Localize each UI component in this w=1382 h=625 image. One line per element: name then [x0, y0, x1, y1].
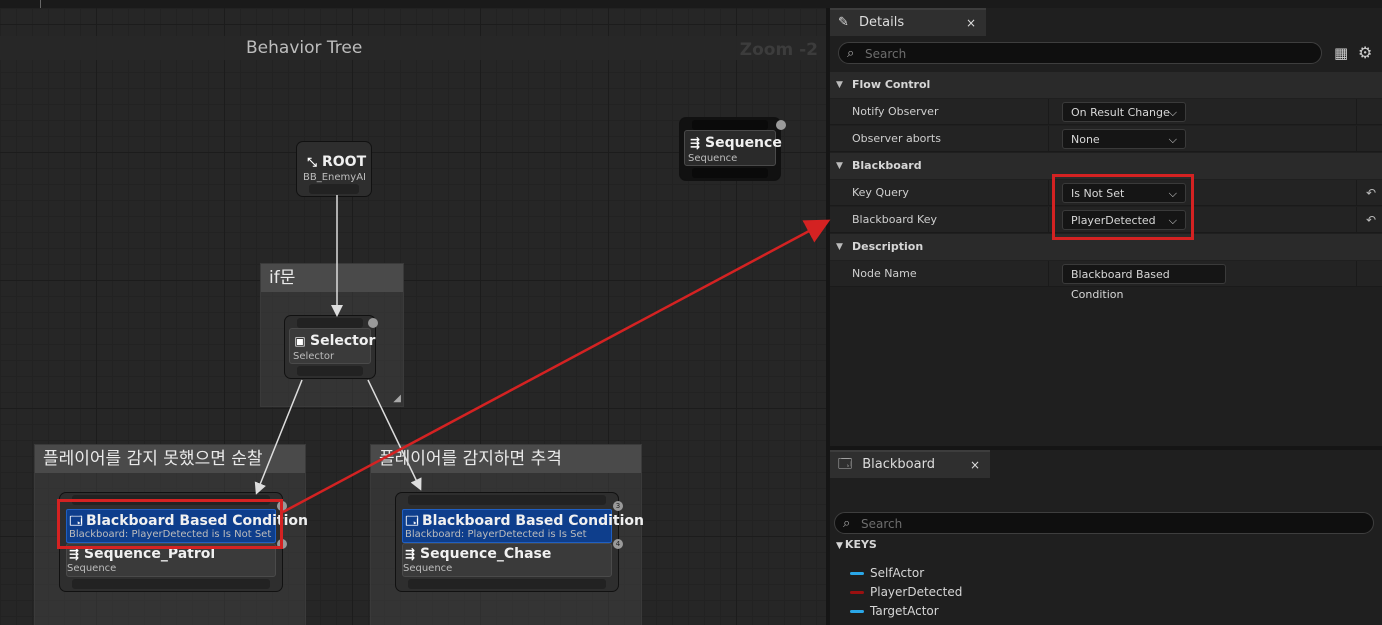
- key-type-swatch: [850, 610, 864, 613]
- blackboard-panel: 🗔 Blackboard × ⌕ Search ▼ KEYS SelfActor …: [830, 450, 1382, 625]
- annotation-arrow: [282, 219, 831, 514]
- key-name: PlayerDetected: [870, 585, 963, 599]
- blackboard-tab-label: Blackboard: [862, 457, 935, 472]
- blackboard-key-item[interactable]: TargetActor: [850, 604, 939, 618]
- blackboard-key-item[interactable]: PlayerDetected: [850, 585, 962, 599]
- key-type-swatch: [850, 591, 864, 594]
- collapse-arrow-icon: ▼: [836, 541, 843, 551]
- key-name: SelfActor: [870, 566, 925, 580]
- blackboard-tab[interactable]: 🗔 Blackboard ×: [830, 450, 990, 478]
- blackboard-key-item[interactable]: SelfActor: [850, 566, 924, 580]
- close-blackboard-icon[interactable]: ×: [970, 452, 980, 478]
- blackboard-icon: 🗔: [838, 457, 853, 472]
- key-type-swatch: [850, 572, 864, 575]
- key-name: TargetActor: [870, 604, 939, 618]
- search-icon: ⌕: [843, 516, 851, 531]
- blackboard-search-input[interactable]: ⌕ Search: [834, 512, 1374, 534]
- keys-section-header[interactable]: ▼ KEYS: [836, 538, 877, 551]
- keys-header-label: KEYS: [844, 538, 877, 551]
- blackboard-search-placeholder: Search: [861, 517, 903, 531]
